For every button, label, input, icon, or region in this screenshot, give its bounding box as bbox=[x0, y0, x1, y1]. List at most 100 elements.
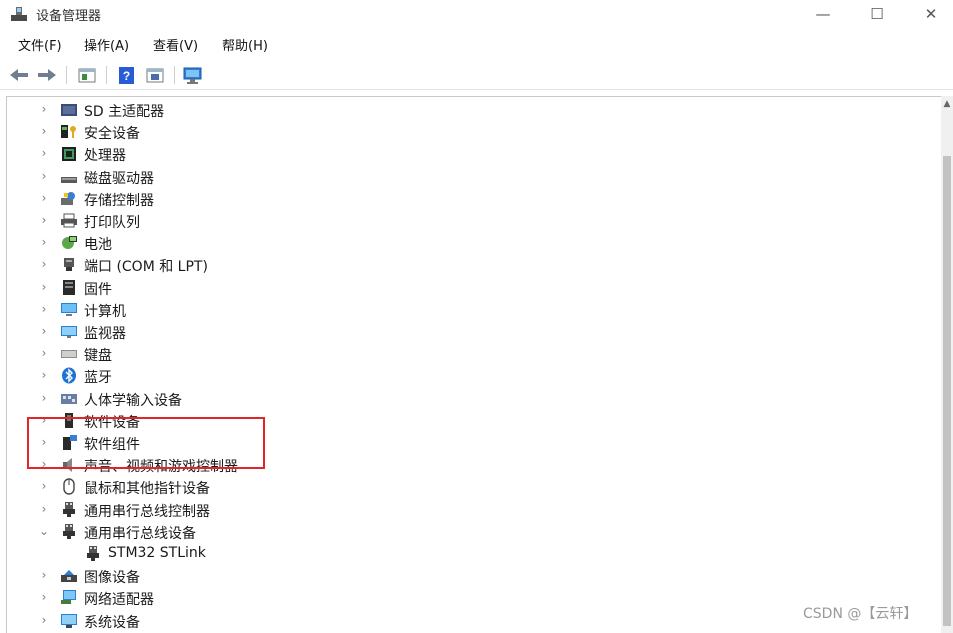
title-bar: 设备管理器 — ☐ ✕ bbox=[0, 0, 953, 30]
chevron-right-icon[interactable]: › bbox=[38, 368, 50, 382]
chevron-right-icon[interactable]: › bbox=[38, 502, 50, 516]
chevron-right-icon[interactable]: › bbox=[38, 191, 50, 205]
port-icon bbox=[60, 256, 78, 273]
usb-icon bbox=[84, 545, 102, 562]
tree-category-item[interactable]: › 键盘 bbox=[7, 343, 907, 365]
usb-icon bbox=[60, 523, 78, 540]
tree-item-label: 磁盘驱动器 bbox=[84, 170, 154, 187]
scroll-thumb[interactable] bbox=[943, 156, 951, 626]
tree-category-item[interactable]: › 监视器 bbox=[7, 321, 907, 343]
highlight-box bbox=[27, 417, 265, 469]
tree-category-item[interactable]: › 人体学输入设备 bbox=[7, 388, 907, 410]
chevron-right-icon[interactable]: › bbox=[38, 346, 50, 360]
tree-item-label: 通用串行总线控制器 bbox=[84, 503, 210, 520]
menu-action[interactable]: 操作(A) bbox=[84, 35, 129, 54]
chevron-right-icon[interactable]: › bbox=[38, 102, 50, 116]
system-device-icon bbox=[60, 612, 78, 629]
window-title: 设备管理器 bbox=[36, 9, 102, 24]
chevron-right-icon[interactable]: › bbox=[38, 169, 50, 183]
tree-category-item[interactable]: › 计算机 bbox=[7, 299, 907, 321]
toolbar-separator bbox=[174, 66, 175, 84]
forward-arrow-icon[interactable] bbox=[36, 65, 58, 85]
tree-item-label: 存储控制器 bbox=[84, 192, 154, 209]
vertical-scrollbar[interactable]: ▲ bbox=[941, 96, 953, 633]
close-button[interactable]: ✕ bbox=[908, 0, 953, 30]
firmware-icon bbox=[60, 279, 78, 296]
chevron-right-icon[interactable]: › bbox=[38, 590, 50, 604]
tree-category-item[interactable]: › 电池 bbox=[7, 232, 907, 254]
device-view-icon[interactable] bbox=[144, 65, 166, 85]
chevron-down-icon[interactable]: ⌄ bbox=[38, 524, 50, 538]
chevron-right-icon[interactable]: › bbox=[38, 257, 50, 271]
chevron-right-icon[interactable]: › bbox=[38, 213, 50, 227]
tree-category-item[interactable]: › 蓝牙 bbox=[7, 365, 907, 387]
network-adapter-icon bbox=[60, 589, 78, 606]
watermark: CSDN @【云轩】 bbox=[803, 606, 918, 622]
tree-category-item[interactable]: › 端口 (COM 和 LPT) bbox=[7, 254, 907, 276]
tree-item-label: 监视器 bbox=[84, 326, 126, 342]
tree-item-label: 电池 bbox=[84, 237, 112, 254]
chevron-right-icon[interactable]: › bbox=[38, 324, 50, 338]
maximize-button[interactable]: ☐ bbox=[854, 0, 900, 30]
help-icon[interactable]: ? bbox=[116, 65, 138, 85]
tree-item-label: 键盘 bbox=[84, 348, 112, 365]
monitor-icon bbox=[60, 323, 78, 340]
storage-controller-icon bbox=[60, 190, 78, 207]
disk-drive-icon bbox=[60, 168, 78, 185]
tree-category-item[interactable]: › 通用串行总线控制器 bbox=[7, 499, 907, 521]
tree-category-item[interactable]: › 处理器 bbox=[7, 143, 907, 165]
tree-category-item[interactable]: › 磁盘驱动器 bbox=[7, 166, 907, 188]
chevron-right-icon[interactable]: › bbox=[38, 479, 50, 493]
processor-icon bbox=[60, 145, 78, 162]
tree-item-label: 安全设备 bbox=[84, 126, 140, 143]
menu-help[interactable]: 帮助(H) bbox=[222, 35, 268, 54]
minimize-button[interactable]: — bbox=[800, 0, 846, 30]
bluetooth-icon bbox=[60, 367, 78, 384]
tree-item-label: 鼠标和其他指针设备 bbox=[84, 481, 210, 498]
tree-category-item[interactable]: ⌄ 通用串行总线设备 bbox=[7, 521, 907, 543]
menu-bar: 文件(F) 操作(A) 查看(V) 帮助(H) bbox=[0, 33, 953, 57]
usb-icon bbox=[60, 501, 78, 518]
tree-category-item[interactable]: › SD 主适配器 bbox=[7, 99, 907, 121]
menu-file[interactable]: 文件(F) bbox=[18, 35, 62, 54]
tree-category-item[interactable]: › 安全设备 bbox=[7, 121, 907, 143]
chevron-right-icon[interactable]: › bbox=[38, 235, 50, 249]
scan-hardware-icon[interactable] bbox=[182, 65, 204, 85]
chevron-right-icon[interactable]: › bbox=[38, 124, 50, 138]
device-tree: › SD 主适配器 › 安全设备 › 处理器 › 磁盘驱动器 › 存储控制器 › 打印队列 › 电池 › 端口… bbox=[6, 96, 942, 633]
tree-item-label: 系统设备 bbox=[84, 614, 140, 631]
tree-item-label: 计算机 bbox=[84, 303, 126, 320]
tree-category-item[interactable]: › 系统设备 bbox=[7, 610, 907, 632]
mouse-icon bbox=[60, 478, 78, 496]
tree-item-label: 网络适配器 bbox=[84, 592, 154, 609]
tree-item-label: 端口 (COM 和 LPT) bbox=[84, 259, 208, 276]
chevron-right-icon[interactable]: › bbox=[38, 302, 50, 316]
chevron-right-icon[interactable]: › bbox=[38, 391, 50, 405]
device-manager-icon bbox=[11, 7, 27, 21]
chevron-right-icon[interactable]: › bbox=[38, 568, 50, 582]
tree-category-item[interactable]: › 鼠标和其他指针设备 bbox=[7, 476, 907, 498]
scroll-up-arrow-icon[interactable]: ▲ bbox=[941, 98, 953, 110]
computer-icon bbox=[60, 301, 78, 318]
tree-item-label: 打印队列 bbox=[84, 215, 140, 231]
tree-category-item[interactable]: › 打印队列 bbox=[7, 210, 907, 232]
battery-icon bbox=[60, 234, 78, 251]
back-arrow-icon[interactable] bbox=[8, 65, 30, 85]
chevron-right-icon[interactable]: › bbox=[38, 280, 50, 294]
toolbar: ? bbox=[0, 60, 953, 90]
sd-card-icon bbox=[60, 101, 78, 118]
properties-view-icon[interactable] bbox=[76, 65, 98, 85]
toolbar-separator bbox=[66, 66, 67, 84]
tree-category-item[interactable]: › 图像设备 bbox=[7, 565, 907, 587]
svg-text:?: ? bbox=[123, 69, 130, 83]
tree-category-item[interactable]: › 存储控制器 bbox=[7, 188, 907, 210]
security-key-icon bbox=[60, 123, 78, 140]
chevron-right-icon[interactable]: › bbox=[38, 613, 50, 627]
tree-item-label: 处理器 bbox=[84, 148, 126, 165]
menu-view[interactable]: 查看(V) bbox=[153, 35, 198, 54]
tree-category-item[interactable]: › 网络适配器 bbox=[7, 587, 907, 609]
tree-child-item[interactable]: STM32 STLink bbox=[7, 543, 907, 565]
tree-category-item[interactable]: › 固件 bbox=[7, 277, 907, 299]
chevron-right-icon[interactable]: › bbox=[38, 146, 50, 160]
tree-item-label: 蓝牙 bbox=[84, 370, 112, 387]
